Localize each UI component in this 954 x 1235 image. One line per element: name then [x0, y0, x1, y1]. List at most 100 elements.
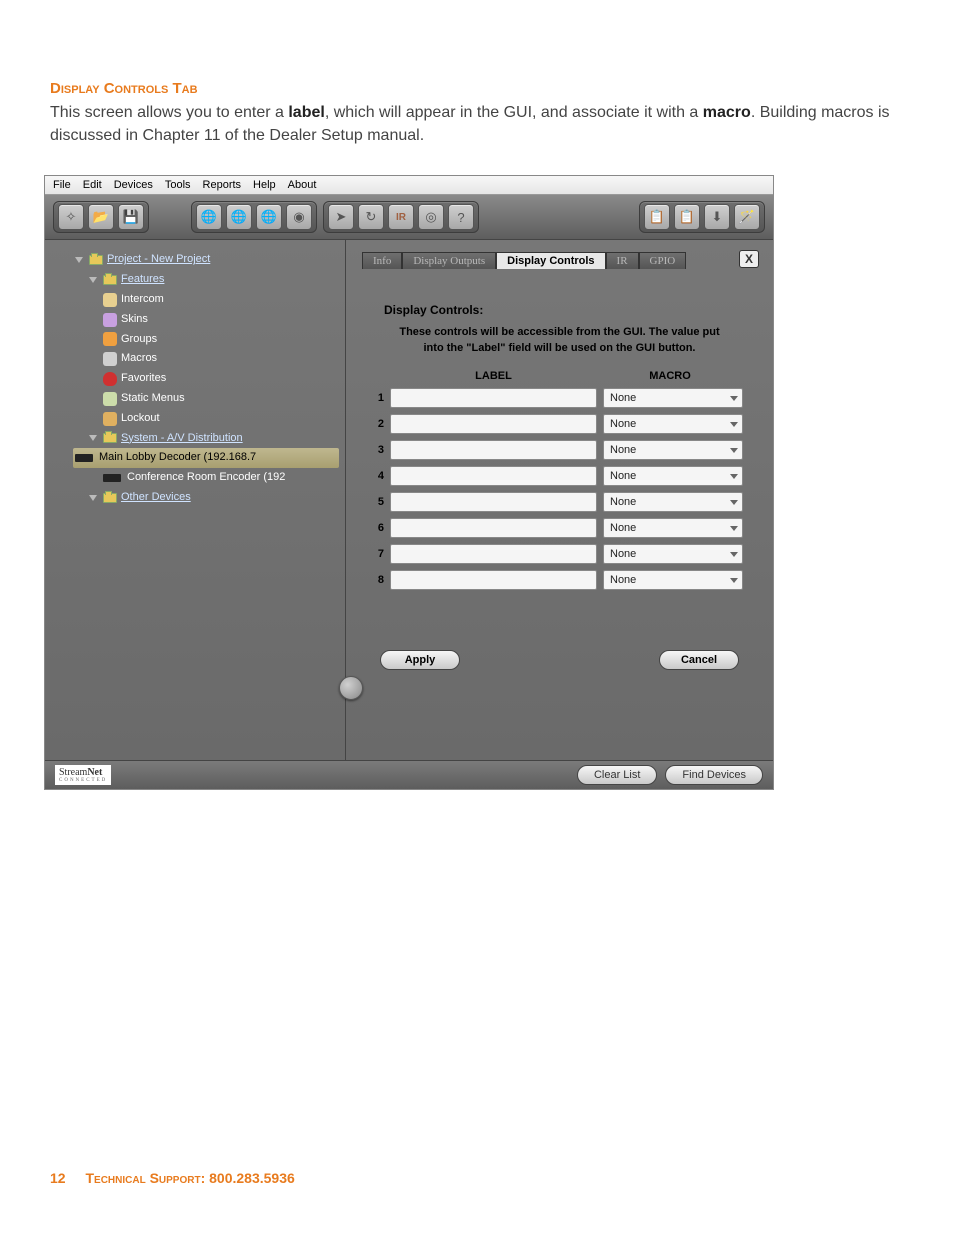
tree-panel: Project - New Project Features Intercom …	[45, 240, 346, 760]
globe-plus-icon[interactable]: 🌐	[196, 204, 222, 230]
tree-other-devices[interactable]: Other Devices	[75, 488, 339, 508]
apply-button[interactable]: Apply	[380, 650, 460, 670]
properties-panel: Info Display Outputs Display Controls IR…	[346, 240, 773, 760]
chevron-down-icon	[730, 500, 738, 505]
folder-icon	[103, 493, 117, 503]
tab-display-controls[interactable]: Display Controls	[496, 252, 605, 269]
download-icon[interactable]: ⬇	[704, 204, 730, 230]
toolbar-group-file: ✧ 📂 💾	[53, 201, 149, 233]
cancel-button[interactable]: Cancel	[659, 650, 739, 670]
tree-device-conference[interactable]: Conference Room Encoder (192	[75, 468, 339, 488]
label-input-2[interactable]	[390, 414, 597, 434]
chevron-down-icon	[730, 526, 738, 531]
target-icon[interactable]: ◎	[418, 204, 444, 230]
macro-select-8[interactable]: None	[603, 570, 743, 590]
tab-display-outputs[interactable]: Display Outputs	[402, 252, 496, 269]
macro-value: None	[610, 522, 636, 534]
row-number: 2	[364, 418, 384, 430]
label-input-5[interactable]	[390, 492, 597, 512]
macro-value: None	[610, 444, 636, 456]
label-input-6[interactable]	[390, 518, 597, 538]
label-input-1[interactable]	[390, 388, 597, 408]
tree-item-intercom[interactable]: Intercom	[75, 290, 339, 310]
menus-icon	[103, 392, 117, 406]
col-label: LABEL	[390, 370, 597, 382]
open-icon[interactable]: 📂	[88, 204, 114, 230]
project-tree: Project - New Project Features Intercom …	[45, 240, 345, 517]
tree-item-label: Groups	[121, 330, 157, 350]
tree-item-staticmenus[interactable]: Static Menus	[75, 389, 339, 409]
menu-help[interactable]: Help	[253, 179, 276, 191]
intercom-icon	[103, 293, 117, 307]
menu-edit[interactable]: Edit	[83, 179, 102, 191]
folder-icon	[103, 275, 117, 285]
wizard-icon[interactable]: 🪄	[734, 204, 760, 230]
chevron-down-icon	[730, 578, 738, 583]
panel-desc-line2: into the "Label" field will be used on t…	[424, 342, 696, 354]
new-icon[interactable]: ✧	[58, 204, 84, 230]
tab-gpio[interactable]: GPIO	[639, 252, 687, 269]
globe-minus-icon[interactable]: 🌐	[226, 204, 252, 230]
macro-select-2[interactable]: None	[603, 414, 743, 434]
macro-select-7[interactable]: None	[603, 544, 743, 564]
ir-icon[interactable]: IR	[388, 204, 414, 230]
tree-system[interactable]: System - A/V Distribution	[75, 429, 339, 449]
cycle-icon[interactable]: ↻	[358, 204, 384, 230]
label-input-3[interactable]	[390, 440, 597, 460]
page-footer: 12 Technical Support: 800.283.5936	[50, 1170, 904, 1186]
folder-icon	[89, 255, 103, 265]
menu-devices[interactable]: Devices	[114, 179, 153, 191]
macro-select-5[interactable]: None	[603, 492, 743, 512]
macro-select-3[interactable]: None	[603, 440, 743, 460]
globe-sync-icon[interactable]: 🌐	[256, 204, 282, 230]
clipboard-icon[interactable]: 📋	[644, 204, 670, 230]
macro-select-6[interactable]: None	[603, 518, 743, 538]
tree-features-label: Features	[121, 270, 164, 290]
find-devices-button[interactable]: Find Devices	[665, 765, 763, 785]
tree-device-label: Conference Room Encoder (192	[127, 468, 285, 488]
macro-select-4[interactable]: None	[603, 466, 743, 486]
clipboard2-icon[interactable]: 📋	[674, 204, 700, 230]
tree-features[interactable]: Features	[75, 270, 339, 290]
label-input-4[interactable]	[390, 466, 597, 486]
app-body: Project - New Project Features Intercom …	[45, 240, 773, 760]
tree-device-main-lobby[interactable]: Main Lobby Decoder (192.168.7	[73, 448, 339, 468]
clear-list-button[interactable]: Clear List	[577, 765, 657, 785]
label-input-8[interactable]	[390, 570, 597, 590]
toolbar-group-right: 📋 📋 ⬇ 🪄	[639, 201, 765, 233]
chevron-down-icon	[730, 448, 738, 453]
controls-grid: LABEL MACRO 1None 2None 3None 4None 5Non…	[358, 370, 761, 590]
panel-desc-line1: These controls will be accessible from t…	[399, 326, 719, 338]
tab-ir[interactable]: IR	[606, 252, 639, 269]
panel-description: These controls will be accessible from t…	[358, 325, 761, 356]
tree-item-favorites[interactable]: Favorites	[75, 369, 339, 389]
tree-item-lockout[interactable]: Lockout	[75, 409, 339, 429]
close-panel-button[interactable]: X	[739, 250, 759, 268]
arrow-icon[interactable]: ➤	[328, 204, 354, 230]
macro-value: None	[610, 392, 636, 404]
control-row-7: 7None	[364, 544, 743, 564]
menu-reports[interactable]: Reports	[203, 179, 242, 191]
save-icon[interactable]: 💾	[118, 204, 144, 230]
macro-value: None	[610, 548, 636, 560]
menu-file[interactable]: File	[53, 179, 71, 191]
menu-about[interactable]: About	[288, 179, 317, 191]
col-macro: MACRO	[597, 370, 743, 382]
tree-project[interactable]: Project - New Project	[75, 250, 339, 270]
menu-tools[interactable]: Tools	[165, 179, 191, 191]
tab-info[interactable]: Info	[362, 252, 402, 269]
macro-value: None	[610, 574, 636, 586]
chevron-down-icon	[730, 422, 738, 427]
tree-item-groups[interactable]: Groups	[75, 330, 339, 350]
macro-value: None	[610, 418, 636, 430]
toolbar-group-project: 🌐 🌐 🌐 ◉	[191, 201, 317, 233]
macro-select-1[interactable]: None	[603, 388, 743, 408]
label-input-7[interactable]	[390, 544, 597, 564]
tree-item-macros[interactable]: Macros	[75, 349, 339, 369]
control-row-6: 6None	[364, 518, 743, 538]
fingerprint-icon[interactable]: ◉	[286, 204, 312, 230]
help-icon[interactable]: ?	[448, 204, 474, 230]
row-number: 5	[364, 496, 384, 508]
tree-item-skins[interactable]: Skins	[75, 310, 339, 330]
skins-icon	[103, 313, 117, 327]
